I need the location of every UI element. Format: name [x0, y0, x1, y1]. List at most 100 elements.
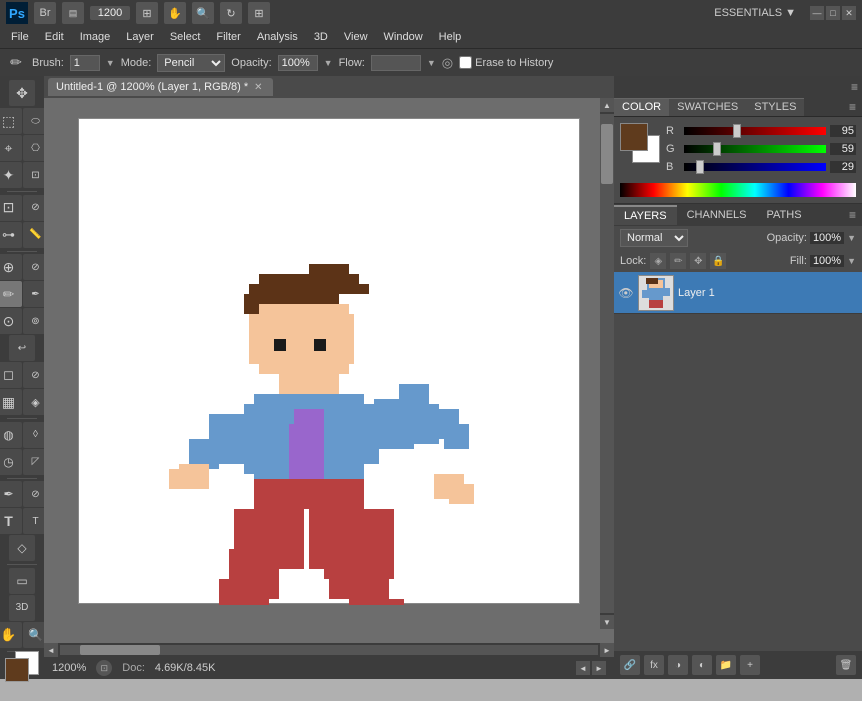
link-layers-button[interactable]: 🔗 — [620, 655, 640, 675]
zoom-display[interactable]: 1200 — [90, 6, 130, 20]
lock-image-icon[interactable]: ✏ — [670, 253, 686, 269]
opacity-arrow[interactable]: ▼ — [324, 58, 333, 68]
tab-channels[interactable]: CHANNELS — [677, 206, 757, 224]
type-tool[interactable]: T — [0, 508, 22, 534]
hand-tool[interactable]: ✋ — [0, 622, 22, 648]
dodge-tool[interactable]: ◷ — [0, 449, 22, 475]
arrange-icon[interactable]: ⊞ — [136, 2, 158, 24]
document-tab[interactable]: Untitled-1 @ 1200% (Layer 1, RGB/8) * ✕ — [48, 78, 273, 96]
hand-top-icon[interactable]: ✋ — [164, 2, 186, 24]
menu-select[interactable]: Select — [163, 29, 208, 45]
canvas-container[interactable] — [78, 118, 580, 604]
tab-color[interactable]: COLOR — [614, 98, 669, 116]
color-spectrum-bar[interactable] — [620, 183, 856, 197]
new-layer-button[interactable]: + — [740, 655, 760, 675]
opacity-value[interactable]: 100% — [810, 232, 844, 244]
blend-mode-select[interactable]: Normal Dissolve Multiply Screen — [620, 229, 688, 247]
canvas-scroll[interactable]: ▲ ▼ — [44, 98, 614, 643]
green-slider-track[interactable] — [684, 145, 826, 153]
adjustment-layer-button[interactable]: ◐ — [692, 655, 712, 675]
flow-input[interactable] — [371, 55, 421, 71]
clone-stamp-tool[interactable]: ⊙ — [0, 308, 22, 334]
mini-bridge-icon[interactable]: ▤ — [62, 2, 84, 24]
scroll-track-vertical[interactable] — [600, 114, 614, 613]
add-mask-button[interactable]: ◑ — [668, 655, 688, 675]
close-button[interactable]: ✕ — [842, 6, 856, 20]
maximize-button[interactable]: □ — [826, 6, 840, 20]
layer-fx-button[interactable]: fx — [644, 655, 664, 675]
tab-layers[interactable]: LAYERS — [614, 205, 677, 225]
red-slider-thumb[interactable] — [733, 124, 741, 138]
green-slider-thumb[interactable] — [713, 142, 721, 156]
move-tool[interactable]: ✥ — [9, 80, 35, 106]
marquee-tool[interactable]: ⬚ — [0, 108, 22, 134]
menu-image[interactable]: Image — [73, 29, 118, 45]
menu-file[interactable]: File — [4, 29, 36, 45]
lock-all-icon[interactable]: 🔒 — [710, 253, 726, 269]
opacity-arrow[interactable]: ▼ — [847, 233, 856, 243]
lock-transparent-icon[interactable]: ◈ — [650, 253, 666, 269]
document-close-button[interactable]: ✕ — [254, 82, 262, 93]
zoom-top-icon[interactable]: 🔍 — [192, 2, 214, 24]
shape-tool[interactable]: ▭ — [9, 568, 35, 594]
history-brush-tool[interactable]: ↩ — [9, 335, 35, 361]
menu-edit[interactable]: Edit — [38, 29, 71, 45]
erase-history-checkbox[interactable] — [459, 56, 472, 69]
minimize-button[interactable]: — — [810, 6, 824, 20]
blue-slider-thumb[interactable] — [696, 160, 704, 174]
path-select-tool[interactable]: ◇ — [9, 535, 35, 561]
layer-visibility-icon[interactable]: 👁 — [618, 285, 634, 301]
menu-3d[interactable]: 3D — [307, 29, 335, 45]
menu-analysis[interactable]: Analysis — [250, 29, 305, 45]
brush-tool[interactable]: ✏ — [0, 281, 22, 307]
magic-wand-tool[interactable]: ✦ — [0, 162, 22, 188]
bridge-icon[interactable]: Br — [34, 2, 56, 24]
panel-collapse-icon[interactable]: ≡ — [851, 80, 858, 94]
eraser-tool[interactable]: ◻ — [0, 362, 22, 388]
flow-arrow[interactable]: ▼ — [427, 58, 436, 68]
gradient-tool[interactable]: ▦ — [0, 389, 22, 415]
opacity-input[interactable] — [278, 55, 318, 71]
pen-tool[interactable]: ✒ — [0, 481, 22, 507]
delete-layer-button[interactable]: 🗑 — [836, 655, 856, 675]
tab-styles[interactable]: STYLES — [746, 98, 804, 116]
blue-slider-track[interactable] — [684, 163, 826, 171]
zoom-indicator[interactable]: ⊡ — [96, 660, 112, 676]
new-group-button[interactable]: 📁 — [716, 655, 736, 675]
3d-tool[interactable]: 3D — [9, 595, 35, 621]
blur-tool[interactable]: ◍ — [0, 422, 22, 448]
mode-select[interactable]: Pencil Normal Dissolve — [157, 54, 225, 72]
menu-window[interactable]: Window — [377, 29, 430, 45]
foreground-color[interactable] — [5, 658, 29, 682]
vertical-scrollbar[interactable]: ▲ ▼ — [600, 98, 614, 629]
menu-help[interactable]: Help — [432, 29, 469, 45]
essentials-button[interactable]: ESSENTIALS ▼ — [706, 5, 804, 21]
healing-tool[interactable]: ⊕ — [0, 254, 22, 280]
status-scroll-left[interactable]: ◄ — [576, 661, 590, 675]
red-slider-track[interactable] — [684, 127, 826, 135]
menu-view[interactable]: View — [337, 29, 375, 45]
scroll-track-horizontal[interactable] — [60, 645, 598, 655]
rotate-icon[interactable]: ↻ — [220, 2, 242, 24]
status-scroll-right[interactable]: ► — [592, 661, 606, 675]
tab-swatches[interactable]: SWATCHES — [669, 98, 746, 116]
fill-arrow[interactable]: ▼ — [847, 256, 856, 266]
layers-panel-menu[interactable]: ≡ — [843, 206, 862, 224]
grid-icon[interactable]: ⊞ — [248, 2, 270, 24]
brush-size-input[interactable] — [70, 55, 100, 71]
lasso-tool[interactable]: ⌖ — [0, 135, 22, 161]
crop-tool[interactable]: ⊡ — [0, 195, 22, 221]
fill-value[interactable]: 100% — [810, 255, 844, 267]
menu-filter[interactable]: Filter — [209, 29, 247, 45]
brush-size-arrow[interactable]: ▼ — [106, 58, 115, 68]
color-panel-menu[interactable]: ≡ — [843, 98, 862, 116]
scroll-down-arrow[interactable]: ▼ — [600, 615, 614, 629]
eyedropper-tool[interactable]: ⊶ — [0, 222, 22, 248]
airbrush-icon[interactable]: ◎ — [442, 55, 453, 71]
scroll-right-arrow[interactable]: ► — [600, 643, 614, 657]
color-boxes[interactable] — [5, 658, 39, 675]
tab-paths[interactable]: PATHS — [757, 206, 812, 224]
scroll-thumb-horizontal[interactable] — [80, 645, 160, 655]
menu-layer[interactable]: Layer — [119, 29, 161, 45]
lock-position-icon[interactable]: ✥ — [690, 253, 706, 269]
